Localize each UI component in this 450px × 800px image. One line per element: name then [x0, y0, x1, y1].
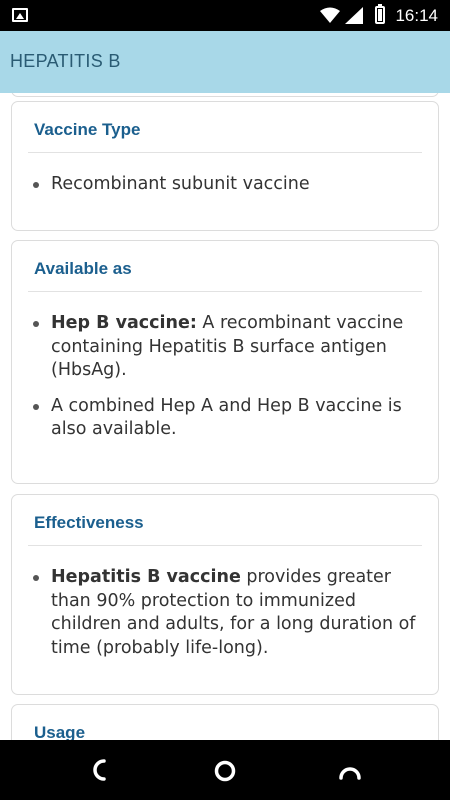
- card-title: Effectiveness: [34, 513, 144, 532]
- image-icon: [12, 8, 28, 22]
- back-icon[interactable]: [88, 758, 110, 782]
- card-title: Vaccine Type: [34, 120, 141, 139]
- navigation-bar: [0, 740, 450, 800]
- list-item: Hepatitis B vaccine provides greater tha…: [33, 566, 418, 660]
- list-item-bold: Hepatitis B vaccine: [51, 567, 241, 587]
- card-body: Recombinant subunit vaccine: [12, 153, 438, 197]
- list-item-bold: Hep B vaccine:: [51, 313, 197, 333]
- card-title: Available as: [34, 259, 132, 278]
- app-bar: HEPATITIS B: [0, 31, 450, 93]
- card-usage: Usage: [11, 704, 439, 740]
- signal-icon: [345, 7, 363, 24]
- list-item-text: Recombinant subunit vaccine: [51, 174, 310, 194]
- battery-icon: [375, 4, 385, 24]
- card-body: Hepatitis B vaccine provides greater tha…: [12, 546, 438, 660]
- card-header: Available as: [28, 241, 422, 292]
- list-item-text: A combined Hep A and Hep B vaccine is al…: [51, 395, 402, 440]
- card-available-as: Available as Hep B vaccine: A recombinan…: [11, 240, 439, 484]
- card-body: Hep B vaccine: A recombinant vaccine con…: [12, 292, 438, 442]
- card-header: Usage: [28, 705, 422, 740]
- card-header: Vaccine Type: [28, 102, 422, 153]
- card-effectiveness: Effectiveness Hepatitis B vaccine provid…: [11, 494, 439, 695]
- list-item: Hep B vaccine: A recombinant vaccine con…: [33, 312, 418, 383]
- home-icon[interactable]: [213, 759, 237, 783]
- page-title: HEPATITIS B: [10, 51, 121, 71]
- card-header: Effectiveness: [28, 495, 422, 546]
- content-scroll[interactable]: Vaccine Type Recombinant subunit vaccine…: [0, 93, 450, 740]
- status-time: 16:14: [395, 6, 438, 25]
- list-item: A combined Hep A and Hep B vaccine is al…: [33, 395, 418, 442]
- wifi-icon: [320, 7, 340, 23]
- card-previous: [11, 93, 439, 97]
- status-bar: 16:14: [0, 0, 450, 31]
- card-title: Usage: [34, 723, 86, 740]
- card-vaccine-type: Vaccine Type Recombinant subunit vaccine: [11, 101, 439, 231]
- recents-icon[interactable]: [338, 764, 362, 780]
- list-item: Recombinant subunit vaccine: [33, 173, 418, 197]
